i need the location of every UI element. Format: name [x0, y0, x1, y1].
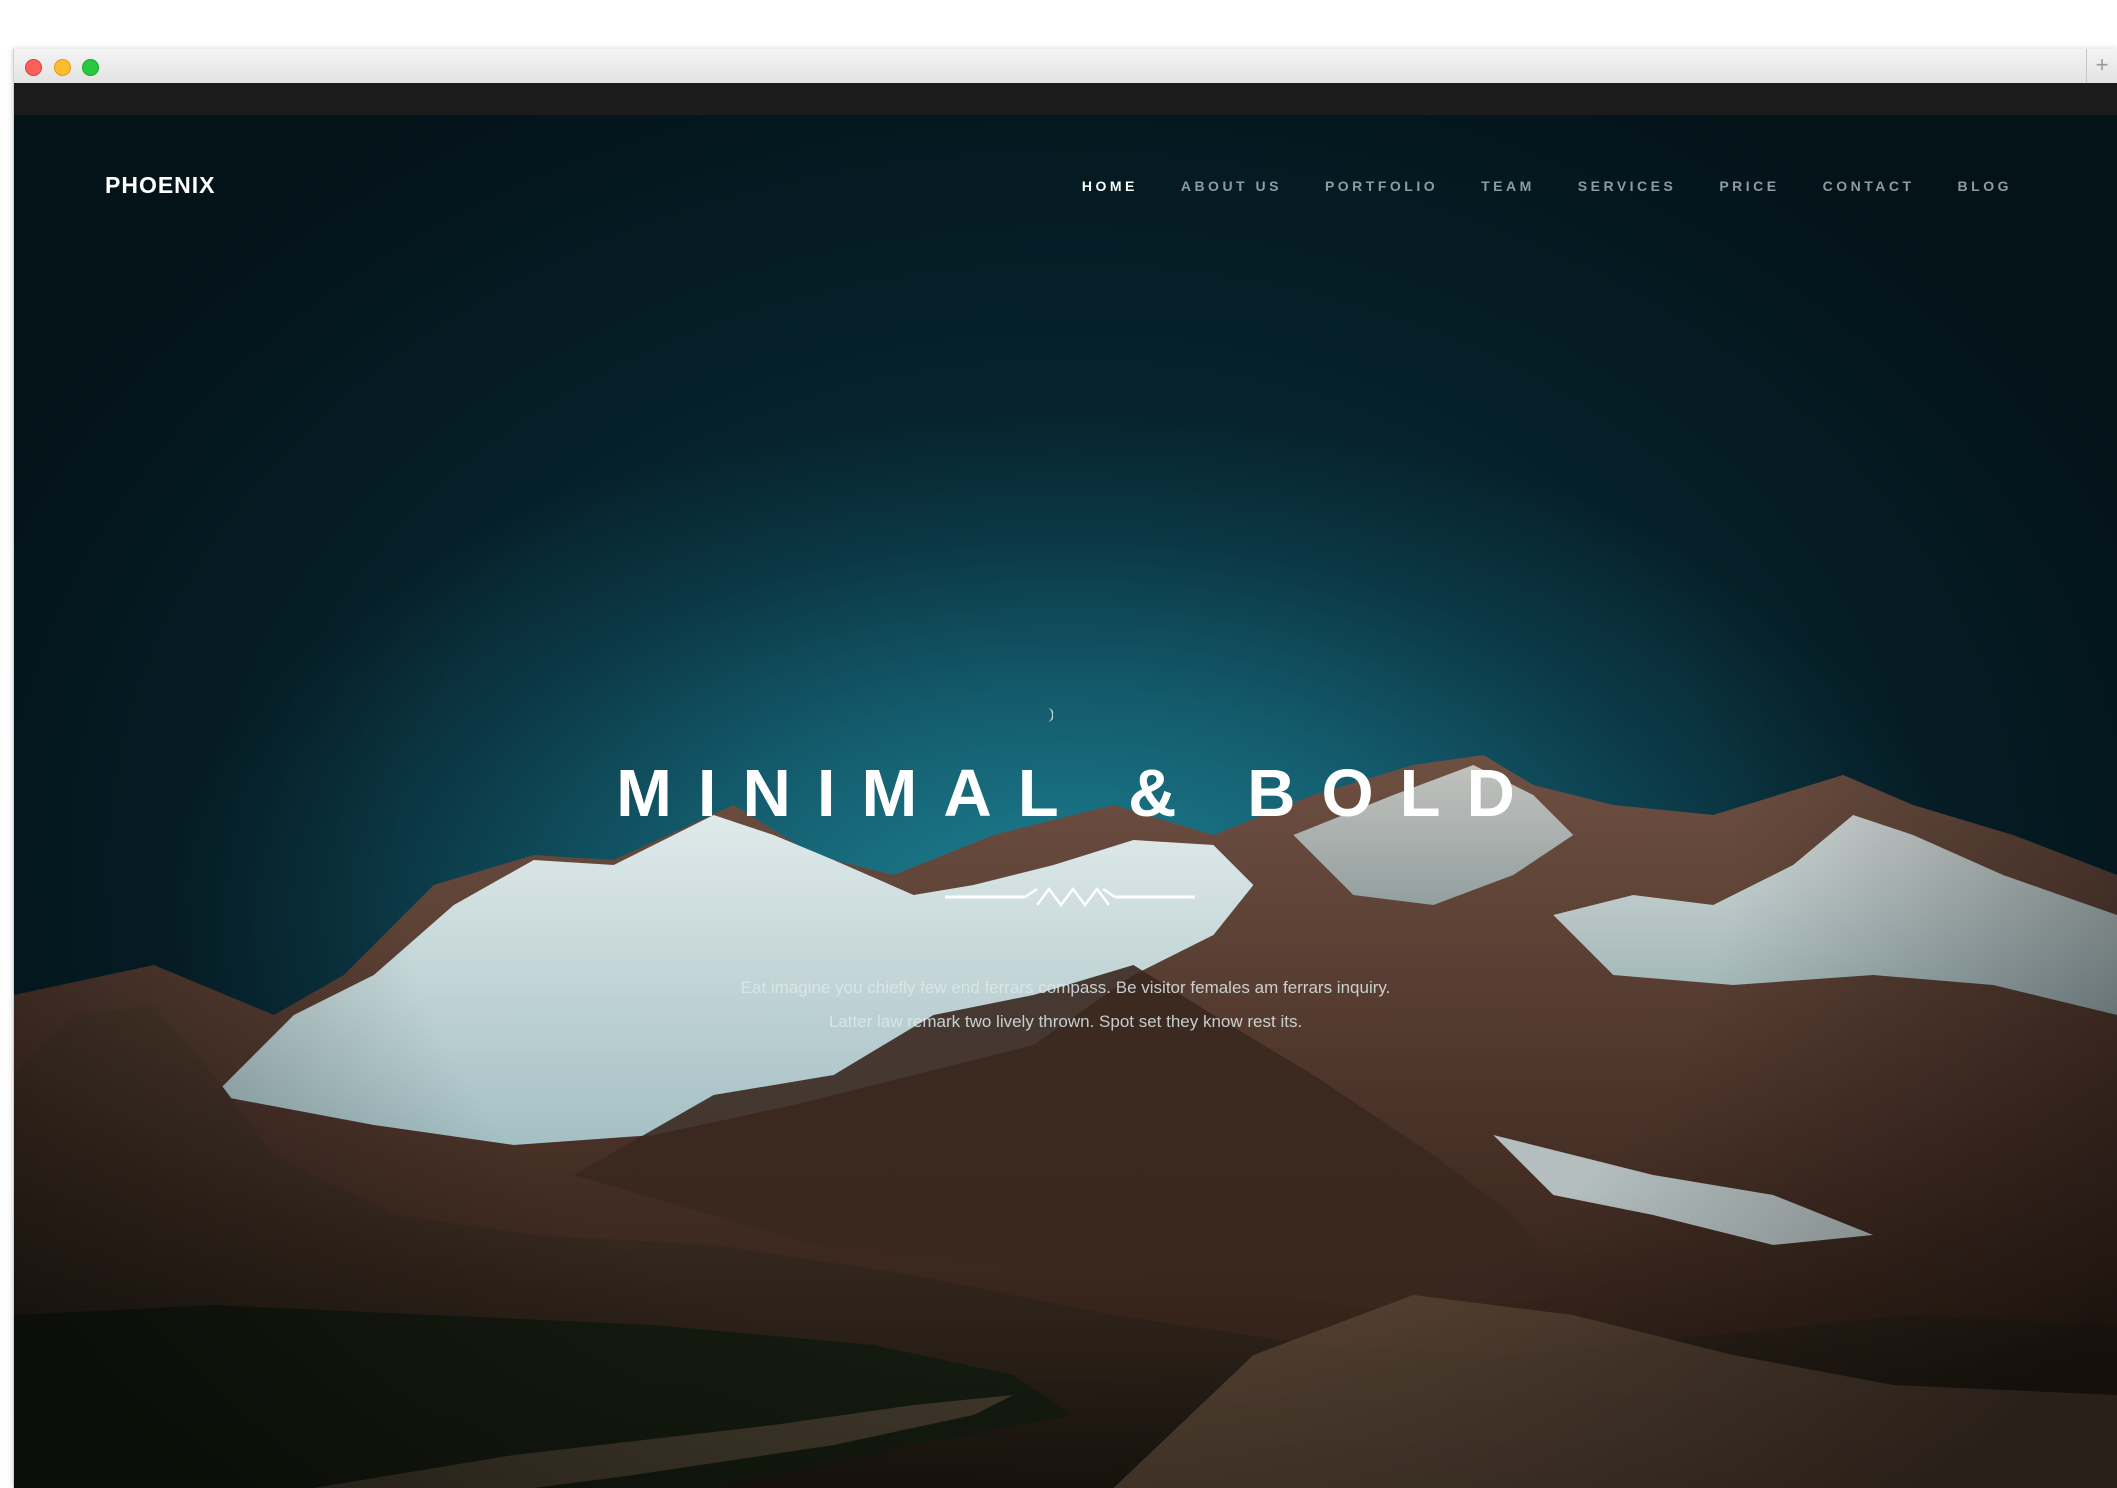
nav-item-blog[interactable]: BLOG: [1958, 178, 2012, 194]
maximize-window-button[interactable]: [82, 59, 99, 76]
nav-item-team[interactable]: TEAM: [1481, 178, 1535, 194]
main-nav: HOME ABOUT US PORTFOLIO TEAM SERVICES PR…: [1039, 178, 2012, 194]
nav-item-price[interactable]: PRICE: [1719, 178, 1779, 194]
nav-item-services[interactable]: SERVICES: [1578, 178, 1677, 194]
hero-headline: MINIMAL & BOLD: [616, 756, 1541, 831]
browser-titlebar: +: [14, 49, 2117, 84]
ornament-divider-icon: [945, 886, 1195, 908]
new-tab-icon[interactable]: +: [2086, 49, 2117, 83]
moon-icon: [1047, 708, 1053, 722]
browser-window: + PHOENIX HOME ABOUT US PORTFOLIO TEAM S…: [13, 49, 2117, 1488]
minimize-window-button[interactable]: [54, 59, 71, 76]
hero-subtext-line-1: Eat imagine you chiefly few end ferrars …: [740, 978, 1391, 997]
nav-item-home[interactable]: HOME: [1082, 178, 1138, 194]
nav-item-contact[interactable]: CONTACT: [1823, 178, 1915, 194]
browser-toolbar: [14, 83, 2117, 115]
hero-section: PHOENIX HOME ABOUT US PORTFOLIO TEAM SER…: [14, 115, 2117, 1488]
nav-item-portfolio[interactable]: PORTFOLIO: [1325, 178, 1438, 194]
close-window-button[interactable]: [25, 59, 42, 76]
hero-subtext-line-2: Latter law remark two lively thrown. Spo…: [828, 1012, 1303, 1031]
nav-item-about-us[interactable]: ABOUT US: [1181, 178, 1282, 194]
site-logo[interactable]: PHOENIX: [105, 172, 216, 199]
hero-subtext: Eat imagine you chiefly few end ferrars …: [14, 971, 2117, 1039]
